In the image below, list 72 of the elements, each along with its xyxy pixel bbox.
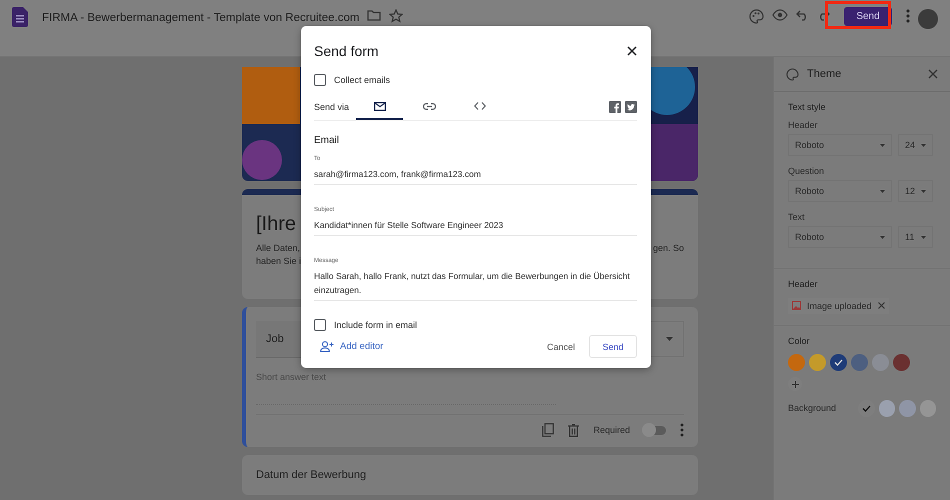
font-dropdown[interactable]: Roboto — [788, 134, 892, 156]
size-dropdown[interactable]: 12 — [898, 180, 933, 202]
close-icon[interactable] — [627, 46, 637, 56]
caret-icon — [666, 337, 673, 341]
color-swatch[interactable] — [878, 400, 895, 416]
font-dropdown[interactable]: Roboto — [788, 180, 892, 202]
code-icon — [474, 102, 486, 110]
size-dropdown[interactable]: 11 — [898, 226, 933, 248]
form-description: gen. So — [652, 242, 684, 255]
checkbox-label: Include form in email — [334, 320, 418, 330]
color-swatch[interactable] — [809, 354, 826, 371]
check-icon — [862, 404, 871, 412]
caret-icon — [880, 144, 885, 146]
color-swatch[interactable] — [899, 400, 916, 416]
caret-icon — [921, 144, 926, 146]
section-title: Email — [314, 135, 340, 146]
section-title: Color — [788, 336, 811, 346]
section-title: Text style — [788, 102, 827, 112]
facebook-icon[interactable] — [609, 101, 621, 113]
font-dropdown[interactable]: Roboto — [788, 226, 892, 248]
add-editor-button[interactable]: Add editor — [314, 337, 390, 356]
color-swatch[interactable] — [788, 354, 805, 371]
caret-icon — [921, 190, 926, 192]
copy-icon[interactable] — [542, 423, 554, 437]
send-button[interactable]: Send — [589, 335, 637, 358]
caret-icon — [880, 190, 885, 192]
checkbox[interactable] — [314, 74, 326, 86]
palette-icon[interactable] — [749, 9, 764, 24]
mail-icon — [374, 102, 386, 110]
form-title: [Ihre — [256, 213, 296, 236]
caret-icon — [880, 236, 885, 238]
section-title: Header — [788, 279, 819, 289]
image-icon — [792, 301, 801, 310]
plus-icon — [792, 380, 798, 388]
checkbox[interactable] — [314, 319, 326, 331]
more-icon[interactable] — [680, 423, 684, 437]
required-label: Required — [593, 425, 630, 435]
question-card: Datum der Bewerbung — [242, 455, 698, 495]
panel-title: Theme — [807, 68, 842, 80]
palette-icon — [786, 68, 799, 80]
caret-icon — [921, 236, 926, 238]
cancel-button[interactable]: Cancel — [542, 338, 579, 356]
dialog-title: Send form — [314, 43, 379, 59]
form-description: Alle Daten, haben Sie i — [256, 242, 302, 268]
star-icon[interactable] — [389, 9, 404, 23]
eye-icon[interactable] — [772, 9, 788, 21]
link-icon — [423, 102, 436, 110]
undo-icon[interactable] — [796, 9, 809, 21]
color-swatch[interactable] — [920, 400, 936, 416]
trash-icon[interactable] — [568, 424, 580, 436]
more-icon[interactable] — [906, 9, 910, 23]
avatar[interactable] — [918, 9, 938, 29]
bird-icon[interactable] — [625, 101, 637, 113]
color-swatch[interactable] — [851, 354, 868, 371]
folder-icon[interactable] — [367, 9, 382, 21]
color-swatch[interactable] — [830, 354, 847, 371]
document-title: FIRMA - Bewerbermanagement - Template von Recruitee.com — [42, 12, 360, 24]
field-label: Text — [788, 212, 806, 222]
color-swatch[interactable] — [872, 354, 889, 371]
field-label: Question — [788, 166, 826, 176]
color-swatch[interactable] — [893, 354, 910, 371]
send-button[interactable]: Send — [844, 7, 892, 26]
person-add-icon — [320, 341, 334, 352]
size-dropdown[interactable]: 24 — [898, 134, 933, 156]
check-icon — [834, 359, 843, 366]
close-icon — [878, 302, 885, 309]
checkbox-label: Collect emails — [334, 75, 390, 85]
document-icon — [12, 7, 28, 27]
field-label: Header — [788, 120, 819, 130]
required-toggle[interactable] — [644, 426, 666, 434]
send-via-label: Send via — [314, 102, 350, 112]
field-label: Background — [788, 403, 838, 413]
